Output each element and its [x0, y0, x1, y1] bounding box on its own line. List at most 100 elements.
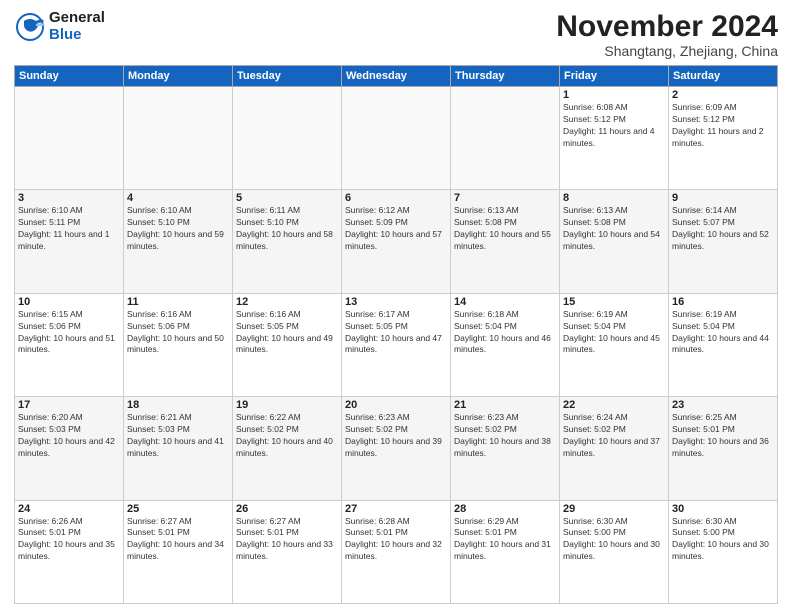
day-cell-29: 29Sunrise: 6:30 AMSunset: 5:00 PMDayligh…: [560, 500, 669, 603]
day-cell-21: 21Sunrise: 6:23 AMSunset: 5:02 PMDayligh…: [451, 397, 560, 500]
day-cell-11: 11Sunrise: 6:16 AMSunset: 5:06 PMDayligh…: [124, 293, 233, 396]
day-info: Sunrise: 6:20 AMSunset: 5:03 PMDaylight:…: [18, 412, 120, 460]
header: General Blue November 2024 Shangtang, Zh…: [14, 10, 778, 59]
day-info: Sunrise: 6:17 AMSunset: 5:05 PMDaylight:…: [345, 309, 447, 357]
day-number: 10: [18, 296, 120, 308]
empty-cell: [233, 87, 342, 190]
day-info: Sunrise: 6:16 AMSunset: 5:06 PMDaylight:…: [127, 309, 229, 357]
calendar: SundayMondayTuesdayWednesdayThursdayFrid…: [14, 65, 778, 604]
day-info: Sunrise: 6:28 AMSunset: 5:01 PMDaylight:…: [345, 516, 447, 564]
weekday-saturday: Saturday: [669, 66, 778, 87]
day-info: Sunrise: 6:27 AMSunset: 5:01 PMDaylight:…: [127, 516, 229, 564]
day-info: Sunrise: 6:10 AMSunset: 5:10 PMDaylight:…: [127, 205, 229, 253]
logo-text-block: General Blue: [14, 10, 105, 43]
logo: General Blue: [14, 10, 105, 43]
weekday-sunday: Sunday: [15, 66, 124, 87]
title-block: November 2024 Shangtang, Zhejiang, China: [556, 10, 778, 59]
day-info: Sunrise: 6:27 AMSunset: 5:01 PMDaylight:…: [236, 516, 338, 564]
day-number: 13: [345, 296, 447, 308]
location: Shangtang, Zhejiang, China: [556, 43, 778, 59]
day-cell-15: 15Sunrise: 6:19 AMSunset: 5:04 PMDayligh…: [560, 293, 669, 396]
day-cell-22: 22Sunrise: 6:24 AMSunset: 5:02 PMDayligh…: [560, 397, 669, 500]
day-info: Sunrise: 6:19 AMSunset: 5:04 PMDaylight:…: [563, 309, 665, 357]
day-cell-4: 4Sunrise: 6:10 AMSunset: 5:10 PMDaylight…: [124, 190, 233, 293]
day-number: 8: [563, 192, 665, 204]
day-number: 28: [454, 503, 556, 515]
day-info: Sunrise: 6:14 AMSunset: 5:07 PMDaylight:…: [672, 205, 774, 253]
day-cell-30: 30Sunrise: 6:30 AMSunset: 5:00 PMDayligh…: [669, 500, 778, 603]
empty-cell: [124, 87, 233, 190]
day-number: 5: [236, 192, 338, 204]
day-cell-3: 3Sunrise: 6:10 AMSunset: 5:11 PMDaylight…: [15, 190, 124, 293]
day-info: Sunrise: 6:30 AMSunset: 5:00 PMDaylight:…: [672, 516, 774, 564]
day-number: 25: [127, 503, 229, 515]
weekday-thursday: Thursday: [451, 66, 560, 87]
day-info: Sunrise: 6:23 AMSunset: 5:02 PMDaylight:…: [454, 412, 556, 460]
day-cell-7: 7Sunrise: 6:13 AMSunset: 5:08 PMDaylight…: [451, 190, 560, 293]
day-number: 29: [563, 503, 665, 515]
day-cell-18: 18Sunrise: 6:21 AMSunset: 5:03 PMDayligh…: [124, 397, 233, 500]
day-number: 19: [236, 399, 338, 411]
day-info: Sunrise: 6:16 AMSunset: 5:05 PMDaylight:…: [236, 309, 338, 357]
empty-cell: [451, 87, 560, 190]
day-number: 11: [127, 296, 229, 308]
day-cell-19: 19Sunrise: 6:22 AMSunset: 5:02 PMDayligh…: [233, 397, 342, 500]
logo-general: General: [49, 10, 105, 27]
day-number: 16: [672, 296, 774, 308]
empty-cell: [342, 87, 451, 190]
day-info: Sunrise: 6:11 AMSunset: 5:10 PMDaylight:…: [236, 205, 338, 253]
day-info: Sunrise: 6:19 AMSunset: 5:04 PMDaylight:…: [672, 309, 774, 357]
day-number: 20: [345, 399, 447, 411]
day-number: 24: [18, 503, 120, 515]
weekday-wednesday: Wednesday: [342, 66, 451, 87]
day-cell-5: 5Sunrise: 6:11 AMSunset: 5:10 PMDaylight…: [233, 190, 342, 293]
day-number: 18: [127, 399, 229, 411]
day-cell-26: 26Sunrise: 6:27 AMSunset: 5:01 PMDayligh…: [233, 500, 342, 603]
day-info: Sunrise: 6:26 AMSunset: 5:01 PMDaylight:…: [18, 516, 120, 564]
day-cell-9: 9Sunrise: 6:14 AMSunset: 5:07 PMDaylight…: [669, 190, 778, 293]
day-info: Sunrise: 6:22 AMSunset: 5:02 PMDaylight:…: [236, 412, 338, 460]
empty-cell: [15, 87, 124, 190]
day-number: 15: [563, 296, 665, 308]
day-cell-12: 12Sunrise: 6:16 AMSunset: 5:05 PMDayligh…: [233, 293, 342, 396]
day-number: 14: [454, 296, 556, 308]
day-cell-28: 28Sunrise: 6:29 AMSunset: 5:01 PMDayligh…: [451, 500, 560, 603]
day-info: Sunrise: 6:30 AMSunset: 5:00 PMDaylight:…: [563, 516, 665, 564]
day-cell-14: 14Sunrise: 6:18 AMSunset: 5:04 PMDayligh…: [451, 293, 560, 396]
day-cell-20: 20Sunrise: 6:23 AMSunset: 5:02 PMDayligh…: [342, 397, 451, 500]
day-cell-16: 16Sunrise: 6:19 AMSunset: 5:04 PMDayligh…: [669, 293, 778, 396]
day-cell-6: 6Sunrise: 6:12 AMSunset: 5:09 PMDaylight…: [342, 190, 451, 293]
day-cell-25: 25Sunrise: 6:27 AMSunset: 5:01 PMDayligh…: [124, 500, 233, 603]
month-title: November 2024: [556, 10, 778, 43]
day-info: Sunrise: 6:29 AMSunset: 5:01 PMDaylight:…: [454, 516, 556, 564]
day-number: 21: [454, 399, 556, 411]
day-number: 7: [454, 192, 556, 204]
day-number: 23: [672, 399, 774, 411]
day-number: 12: [236, 296, 338, 308]
page: General Blue November 2024 Shangtang, Zh…: [0, 0, 792, 612]
day-info: Sunrise: 6:23 AMSunset: 5:02 PMDaylight:…: [345, 412, 447, 460]
week-row-1: 1Sunrise: 6:08 AMSunset: 5:12 PMDaylight…: [15, 87, 778, 190]
day-number: 30: [672, 503, 774, 515]
day-number: 4: [127, 192, 229, 204]
day-info: Sunrise: 6:15 AMSunset: 5:06 PMDaylight:…: [18, 309, 120, 357]
day-cell-23: 23Sunrise: 6:25 AMSunset: 5:01 PMDayligh…: [669, 397, 778, 500]
day-number: 22: [563, 399, 665, 411]
weekday-tuesday: Tuesday: [233, 66, 342, 87]
day-number: 6: [345, 192, 447, 204]
day-info: Sunrise: 6:21 AMSunset: 5:03 PMDaylight:…: [127, 412, 229, 460]
day-number: 9: [672, 192, 774, 204]
logo-bird-icon: [14, 11, 46, 43]
day-info: Sunrise: 6:10 AMSunset: 5:11 PMDaylight:…: [18, 205, 120, 253]
day-info: Sunrise: 6:09 AMSunset: 5:12 PMDaylight:…: [672, 102, 774, 150]
day-number: 3: [18, 192, 120, 204]
day-info: Sunrise: 6:08 AMSunset: 5:12 PMDaylight:…: [563, 102, 665, 150]
day-number: 17: [18, 399, 120, 411]
day-number: 2: [672, 89, 774, 101]
day-cell-17: 17Sunrise: 6:20 AMSunset: 5:03 PMDayligh…: [15, 397, 124, 500]
day-cell-24: 24Sunrise: 6:26 AMSunset: 5:01 PMDayligh…: [15, 500, 124, 603]
day-cell-1: 1Sunrise: 6:08 AMSunset: 5:12 PMDaylight…: [560, 87, 669, 190]
day-info: Sunrise: 6:13 AMSunset: 5:08 PMDaylight:…: [563, 205, 665, 253]
week-row-2: 3Sunrise: 6:10 AMSunset: 5:11 PMDaylight…: [15, 190, 778, 293]
day-cell-13: 13Sunrise: 6:17 AMSunset: 5:05 PMDayligh…: [342, 293, 451, 396]
